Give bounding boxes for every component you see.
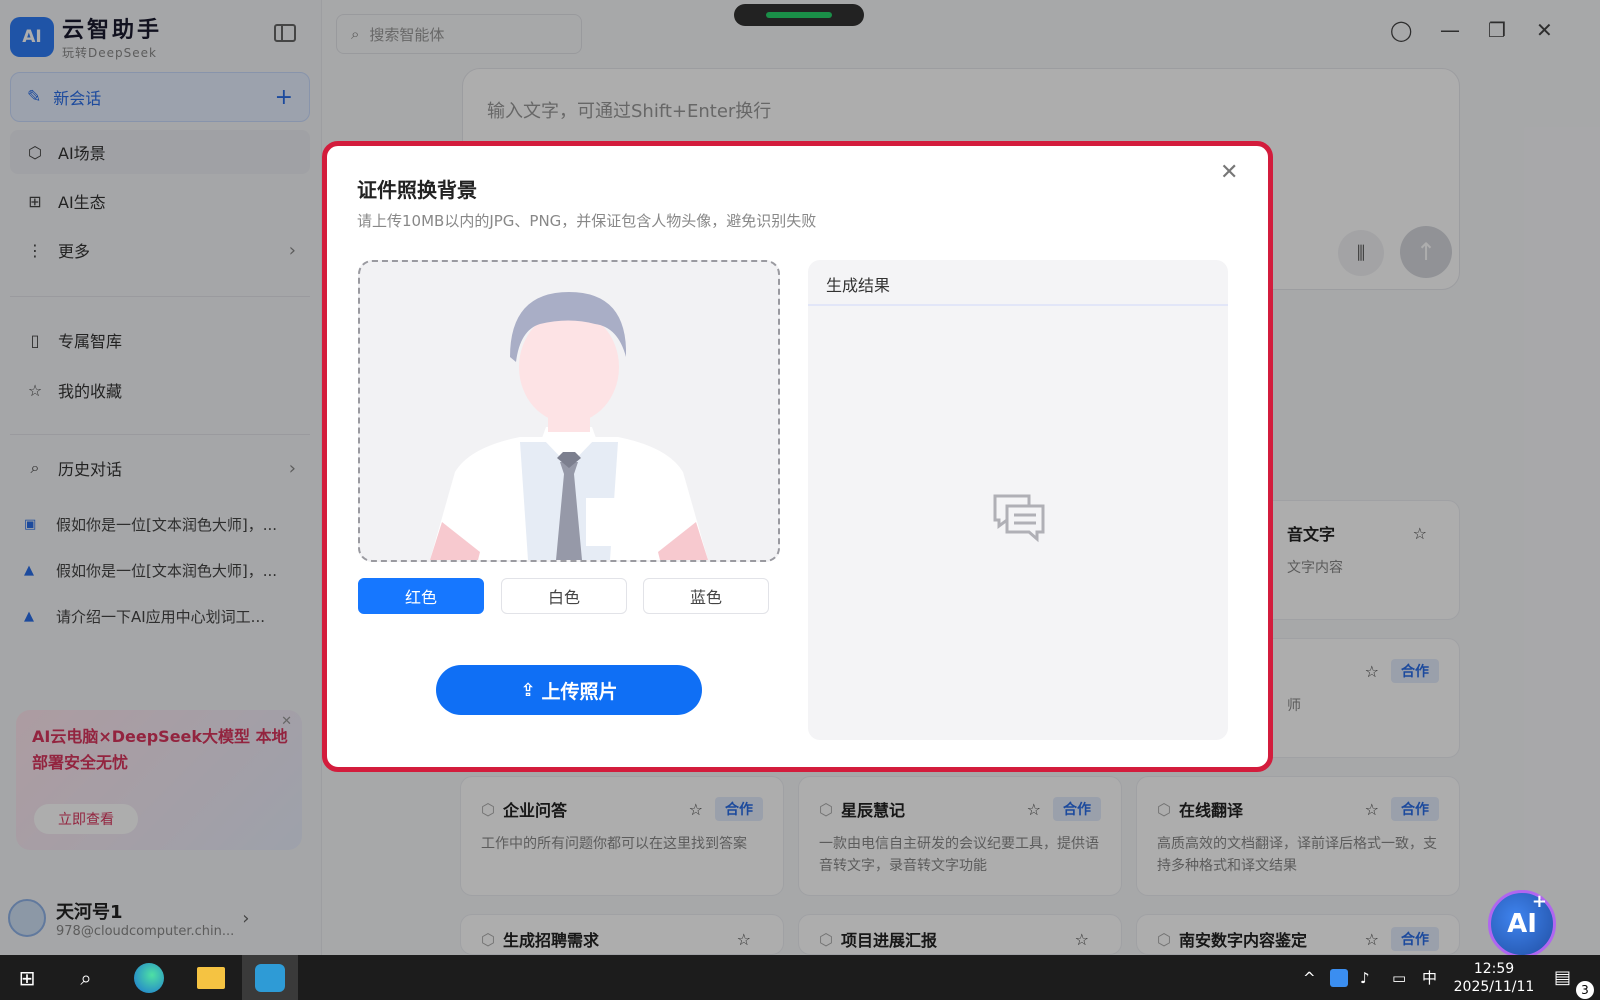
tray-chevron-icon[interactable]: ^: [1303, 955, 1316, 1000]
notification-icon[interactable]: ▤: [1554, 955, 1571, 1000]
ime-indicator[interactable]: 中: [1422, 955, 1437, 1000]
ai-assistant-button[interactable]: AI +: [1488, 890, 1556, 958]
volume-icon[interactable]: ♪: [1360, 955, 1370, 1000]
clock-date: 2025/11/11: [1453, 979, 1535, 995]
notification-badge: 3: [1576, 981, 1594, 999]
close-icon[interactable]: ✕: [1220, 160, 1238, 185]
modal-dialog: 证件照换背景 请上传10MB以内的JPG、PNG，并保证包含人物头像，避免识别失…: [322, 141, 1273, 772]
windows-start-icon[interactable]: ⊞: [6, 955, 48, 1000]
modal-subtitle: 请上传10MB以内的JPG、PNG，并保证包含人物头像，避免识别失败: [357, 212, 817, 230]
photo-upload-area[interactable]: [358, 260, 780, 562]
upload-label: 上传照片: [541, 680, 618, 703]
network-icon[interactable]: ▭: [1392, 955, 1406, 1000]
result-panel: 生成结果: [808, 260, 1228, 740]
color-blue-button[interactable]: 蓝色: [643, 578, 769, 614]
modal-title: 证件照换背景: [357, 178, 477, 202]
tray-app-icon[interactable]: [1330, 955, 1348, 1000]
cloud-assistant-app-icon[interactable]: [242, 955, 298, 1000]
system-clock[interactable]: 12:59 2025/11/11: [1448, 960, 1540, 996]
edge-browser-icon[interactable]: [126, 955, 172, 1000]
person-placeholder-icon: [430, 292, 708, 560]
color-white-button[interactable]: 白色: [501, 578, 627, 614]
fab-label: AI: [1507, 909, 1537, 939]
taskbar: ⊞ ⌕ ^ ♪ ▭ 中 12:59 2025/11/11 ▤ 3: [0, 955, 1600, 1000]
search-icon[interactable]: ⌕: [64, 955, 108, 1000]
file-explorer-icon[interactable]: [188, 955, 234, 1000]
color-red-button[interactable]: 红色: [358, 578, 484, 614]
upload-photo-button[interactable]: ⇪ 上传照片: [436, 665, 702, 715]
result-title: 生成结果: [808, 260, 1228, 306]
upload-icon: ⇪: [520, 679, 536, 701]
clock-time: 12:59: [1473, 961, 1515, 977]
plus-icon: +: [1531, 891, 1547, 912]
chat-bubbles-icon: [993, 494, 1045, 543]
app-window: AI 云智助手 玩转DeepSeek ✎ 新会话 + ⬡ AI场景 ⊞ AI生态…: [0, 0, 1600, 958]
